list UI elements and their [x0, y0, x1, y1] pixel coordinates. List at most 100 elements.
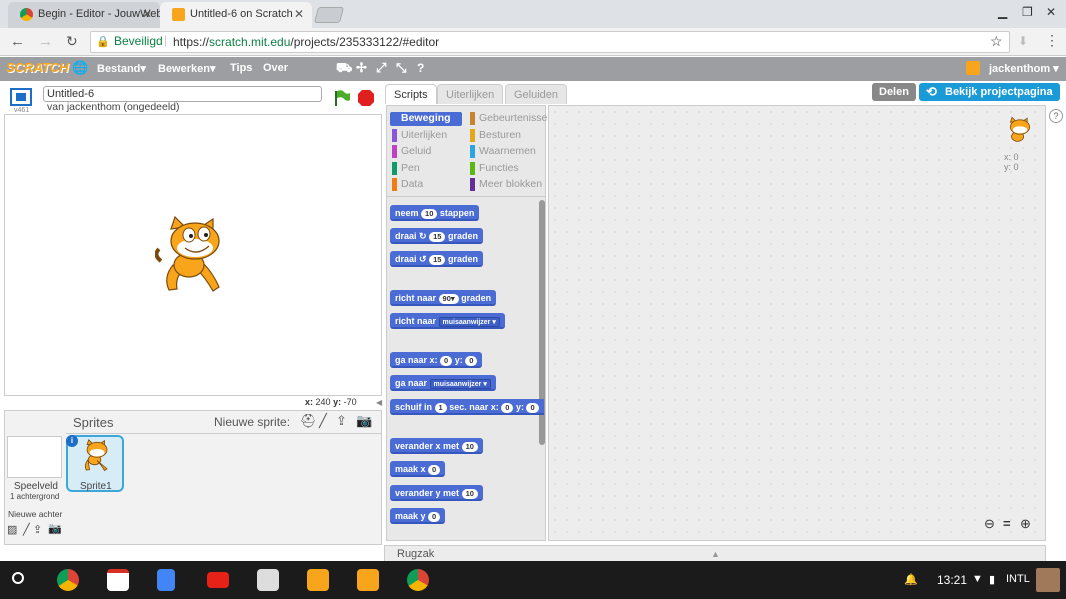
m-app-icon[interactable]: [257, 569, 279, 591]
category-pen[interactable]: Pen: [392, 161, 420, 176]
block-set-x[interactable]: maak x 0: [390, 461, 446, 477]
grow-tool-icon[interactable]: ⤢: [376, 60, 386, 76]
menu-tips[interactable]: Tips: [230, 62, 252, 74]
youtube-app-icon[interactable]: [207, 572, 229, 588]
block-input[interactable]: 0: [440, 355, 453, 366]
upload-sprite-icon[interactable]: ⇪: [336, 413, 347, 429]
bookmark-star-icon[interactable]: ☆: [990, 33, 1003, 50]
category-data[interactable]: Data: [392, 177, 423, 192]
close-tab-icon[interactable]: ✕: [294, 2, 304, 26]
block-change-y[interactable]: verander y met 10: [390, 485, 483, 501]
zoom-out-icon[interactable]: ⊖: [984, 516, 995, 532]
category-motion[interactable]: Beweging: [392, 111, 451, 126]
collapse-stage-icon[interactable]: ◀: [376, 398, 382, 407]
scratch-app-icon[interactable]: [357, 569, 379, 591]
minimize-icon[interactable]: ▁: [998, 5, 1007, 19]
block-change-x[interactable]: verander x met 10: [390, 438, 483, 454]
forward-icon[interactable]: →: [38, 33, 53, 50]
block-goto-xy[interactable]: ga naar x: 0 y: 0: [390, 352, 483, 368]
share-button[interactable]: Delen: [872, 83, 916, 101]
user-profile-avatar[interactable]: [1036, 568, 1060, 592]
project-title-input[interactable]: Untitled-6: [43, 86, 322, 102]
zoom-in-icon[interactable]: ⊕: [1020, 516, 1031, 532]
notification-bell-icon[interactable]: 🔔: [904, 573, 918, 586]
extension-icon[interactable]: ⬇: [1018, 34, 1028, 48]
block-input[interactable]: 0: [526, 402, 539, 413]
green-flag-icon[interactable]: [333, 89, 351, 107]
category-operators[interactable]: Functies: [470, 161, 519, 176]
close-tab-icon[interactable]: ✕: [142, 2, 152, 26]
chrome-menu-icon[interactable]: ⋮: [1045, 32, 1059, 49]
browser-tab-jouwweb[interactable]: Begin - Editor - JouwWeb ✕: [8, 2, 160, 28]
category-control[interactable]: Besturen: [470, 128, 521, 143]
stage-thumbnail[interactable]: [7, 436, 62, 478]
block-goto[interactable]: ga naar muisaanwijzer ▾: [390, 375, 496, 391]
see-project-page-button[interactable]: ⟲ Bekijk projectpagina: [919, 83, 1060, 101]
scratch-cat-sprite[interactable]: [155, 215, 230, 297]
g-app-icon[interactable]: [307, 569, 329, 591]
wifi-icon[interactable]: ▼: [972, 573, 983, 585]
block-turn-right[interactable]: draai ↻ 15 graden: [390, 228, 483, 244]
tab-costumes[interactable]: Uiterlijken: [437, 84, 504, 104]
block-input[interactable]: 10: [461, 488, 478, 499]
category-looks[interactable]: Uiterlijken: [392, 128, 447, 143]
help-icon[interactable]: ?: [417, 61, 424, 75]
category-sensing[interactable]: Waarnemen: [470, 144, 536, 159]
category-more-blocks[interactable]: Meer blokken: [470, 177, 542, 192]
shrink-tool-icon[interactable]: ⤡: [396, 60, 406, 76]
block-input[interactable]: 0: [501, 402, 514, 413]
language-globe-icon[interactable]: 🌐: [72, 60, 88, 76]
block-input[interactable]: 1: [434, 402, 447, 413]
maximize-icon[interactable]: ❐: [1022, 5, 1033, 19]
sprite-info-icon[interactable]: i: [66, 435, 78, 447]
block-input[interactable]: 0: [428, 511, 441, 522]
camera-sprite-icon[interactable]: 📷: [356, 413, 372, 429]
zoom-reset-icon[interactable]: =: [1003, 516, 1011, 531]
block-point-direction[interactable]: richt naar 90▾ graden: [390, 290, 497, 306]
clock[interactable]: 13:21: [937, 573, 967, 587]
scratch-logo[interactable]: SCRATCH: [6, 60, 69, 75]
paint-backdrop-icon[interactable]: ╱: [23, 523, 30, 536]
tab-scripts[interactable]: Scripts: [385, 84, 437, 104]
gmail-app-icon[interactable]: [107, 569, 129, 591]
block-input[interactable]: 0: [465, 355, 478, 366]
block-turn-left[interactable]: draai ↺ 15 graden: [390, 251, 483, 267]
sprite-library-icon[interactable]: ⛑: [300, 413, 317, 429]
launcher-icon[interactable]: [12, 572, 24, 584]
block-input[interactable]: 90▾: [438, 293, 459, 304]
block-set-y[interactable]: maak y 0: [390, 508, 446, 524]
browser-tab-scratch[interactable]: Untitled-6 on Scratch ✕: [160, 2, 312, 28]
script-area[interactable]: x: 0 y: 0 ⊖ = ⊕: [548, 105, 1046, 541]
user-menu[interactable]: jackenthom ▾: [989, 62, 1059, 75]
camera-backdrop-icon[interactable]: 📷: [48, 522, 62, 535]
chrome-app-icon[interactable]: [57, 569, 79, 591]
duplicate-tool-icon[interactable]: ⛟: [336, 60, 352, 78]
stop-icon[interactable]: [357, 89, 375, 107]
block-glide[interactable]: schuif in 1 sec. naar x: 0 y: 0: [390, 399, 544, 415]
block-input[interactable]: 10: [461, 441, 478, 452]
battery-icon[interactable]: ▮: [989, 573, 995, 586]
input-method[interactable]: INTL: [1006, 573, 1030, 585]
block-input[interactable]: 0: [428, 464, 441, 475]
block-move-steps[interactable]: neem 10 stappen: [390, 205, 480, 221]
block-dropdown[interactable]: muisaanwijzer ▾: [438, 316, 500, 327]
block-dropdown[interactable]: muisaanwijzer ▾: [429, 378, 491, 389]
chrome-app-icon-2[interactable]: [407, 569, 429, 591]
category-events[interactable]: Gebeurtenissen: [470, 111, 553, 126]
close-window-icon[interactable]: ✕: [1046, 5, 1056, 19]
upload-backdrop-icon[interactable]: ⇪: [33, 523, 42, 536]
help-tips-icon[interactable]: ?: [1049, 109, 1063, 123]
reload-icon[interactable]: ↻: [66, 33, 78, 50]
backpack-bar[interactable]: Rugzak ▲: [384, 545, 1046, 562]
docs-app-icon[interactable]: [157, 569, 175, 591]
cut-tool-icon[interactable]: ✢: [356, 60, 367, 76]
stage[interactable]: [4, 114, 382, 396]
paint-sprite-icon[interactable]: ╱: [319, 413, 327, 429]
block-input[interactable]: 15: [429, 231, 446, 242]
sprite-card[interactable]: i Sprite1: [66, 435, 124, 492]
block-input[interactable]: 10: [421, 208, 438, 219]
tab-sounds[interactable]: Geluiden: [505, 84, 568, 104]
category-sound[interactable]: Geluid: [392, 144, 431, 159]
menu-file[interactable]: Bestand▾: [97, 62, 146, 75]
backdrop-library-icon[interactable]: ▨: [7, 523, 17, 536]
